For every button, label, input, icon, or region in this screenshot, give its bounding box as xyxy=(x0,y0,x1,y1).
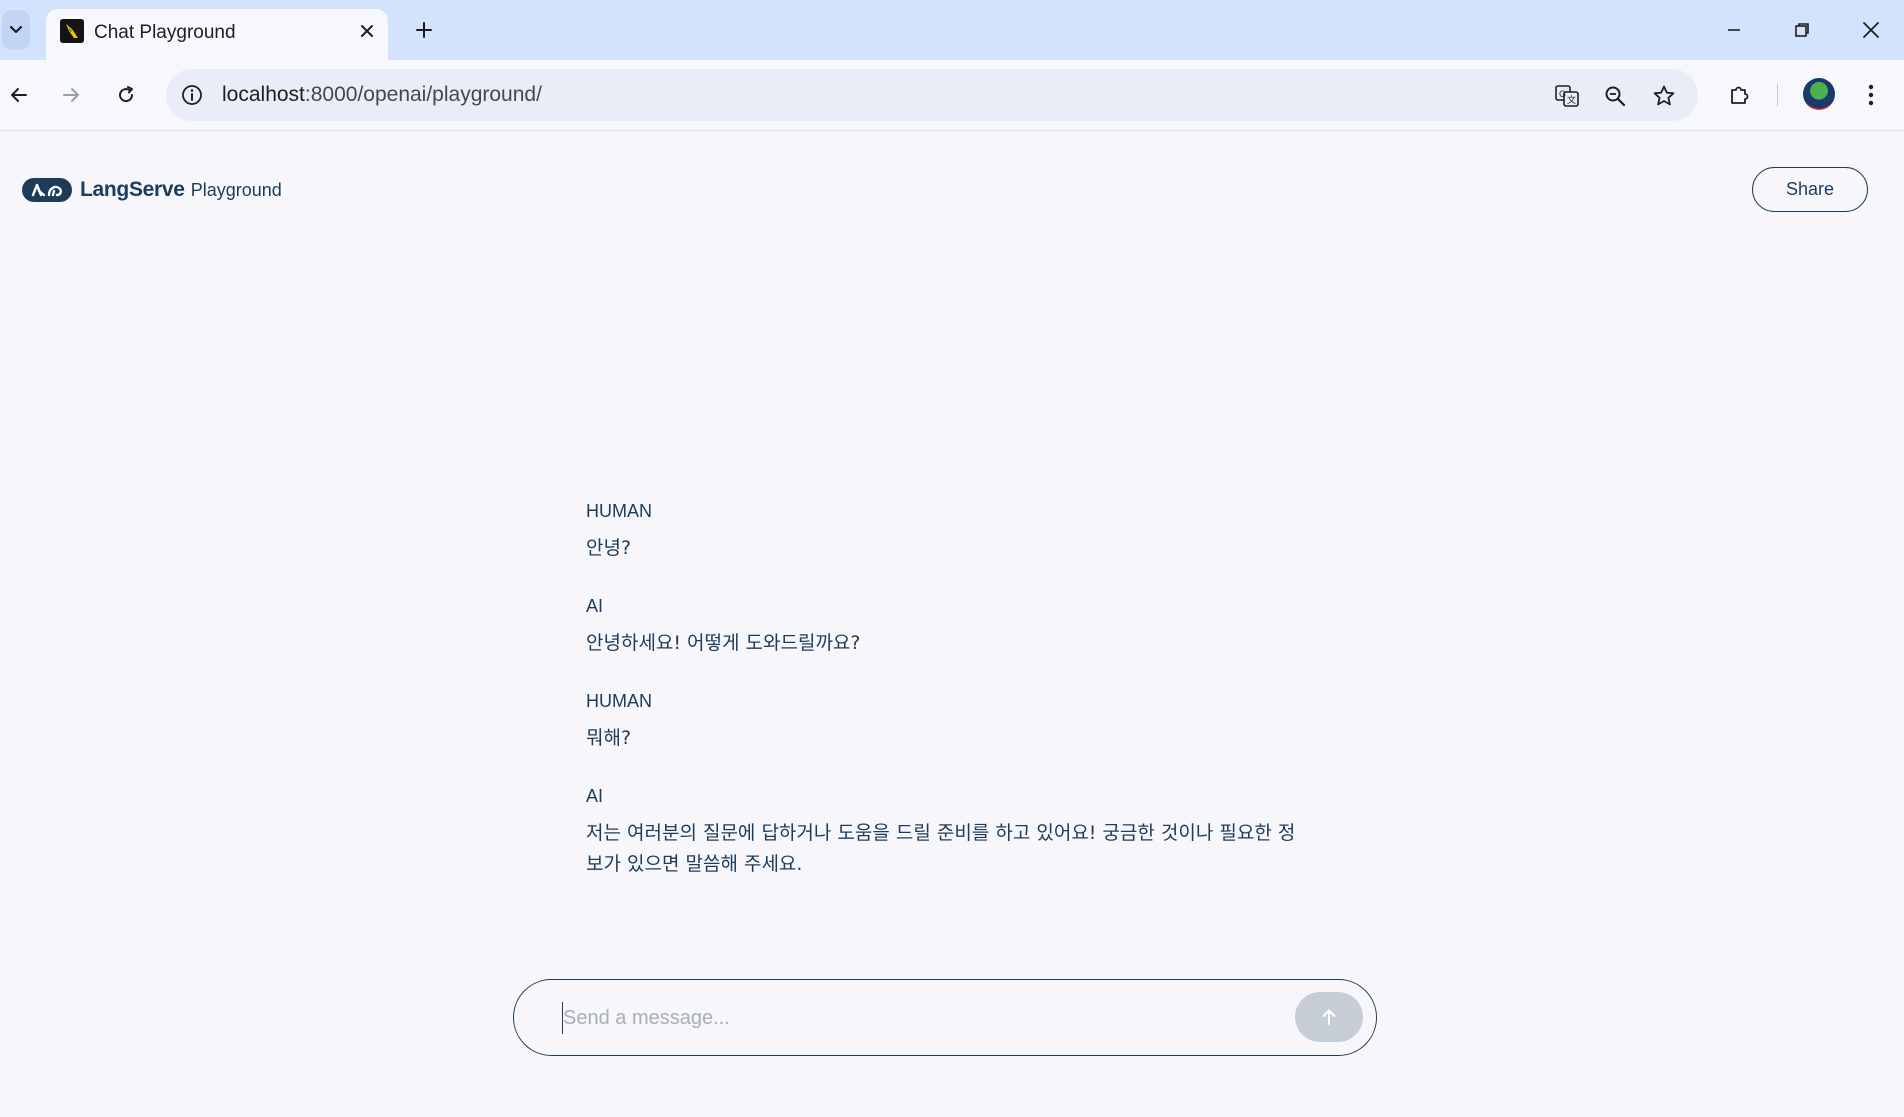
info-icon xyxy=(182,85,202,105)
restore-button[interactable] xyxy=(1782,12,1822,48)
site-info-button[interactable] xyxy=(178,81,206,109)
message-text: 안녕? xyxy=(586,537,632,559)
tab-strip: Chat Playground xyxy=(0,0,1904,60)
zoom-button[interactable] xyxy=(1600,81,1630,111)
puzzle-icon xyxy=(1731,86,1749,104)
toolbar-divider xyxy=(1777,84,1778,106)
chevron-down-icon xyxy=(9,25,23,34)
reload-button[interactable] xyxy=(107,76,145,114)
extensions-button[interactable] xyxy=(1720,76,1758,114)
translate-icon: G 文 xyxy=(1555,85,1579,107)
chat-messages: HUMAN 안녕? AI 안녕하세요! 어떻게 도와드릴까요? HUMAN 뭐해… xyxy=(586,499,1346,910)
message-composer xyxy=(513,979,1377,1056)
message-role: AI xyxy=(586,786,604,806)
message-role: HUMAN xyxy=(586,501,652,521)
arrow-right-icon xyxy=(63,88,79,102)
svg-text:G: G xyxy=(1559,89,1566,99)
chat-message: HUMAN 안녕? xyxy=(586,499,1346,564)
url-path: :8000/openai/playground/ xyxy=(304,83,542,106)
url-text: localhost:8000/openai/playground/ xyxy=(222,83,542,107)
tab-close-button[interactable] xyxy=(354,18,380,44)
parrot-icon xyxy=(60,19,84,43)
send-button[interactable] xyxy=(1295,992,1363,1042)
svg-text:文: 文 xyxy=(1567,94,1576,106)
zoom-out-icon xyxy=(1605,86,1626,107)
message-role: HUMAN xyxy=(586,691,652,711)
message-role: AI xyxy=(586,596,604,616)
back-button[interactable] xyxy=(0,76,38,114)
message-text: 뭐해? xyxy=(586,727,632,749)
brand-name: LangServe xyxy=(80,178,185,201)
profile-avatar[interactable] xyxy=(1803,78,1835,110)
browser-tab-active[interactable]: Chat Playground xyxy=(46,9,388,60)
translate-button[interactable]: G 文 xyxy=(1552,81,1582,111)
star-icon xyxy=(1653,85,1675,106)
tab-title: Chat Playground xyxy=(94,22,236,43)
close-icon xyxy=(1863,22,1879,38)
arrow-up-icon xyxy=(1322,1009,1336,1025)
close-icon xyxy=(361,25,373,37)
new-tab-button[interactable] xyxy=(408,14,440,46)
kebab-menu-icon xyxy=(1868,84,1874,106)
arrow-left-icon xyxy=(11,88,27,102)
window-close-button[interactable] xyxy=(1851,12,1891,48)
reload-icon xyxy=(119,86,134,103)
brand-subtitle: Playground xyxy=(190,179,282,200)
chat-message: HUMAN 뭐해? xyxy=(586,689,1346,754)
restore-icon xyxy=(1795,23,1809,37)
forward-button[interactable] xyxy=(52,76,90,114)
message-input[interactable] xyxy=(562,1002,1255,1034)
langchain-logo-icon xyxy=(22,178,72,202)
share-button[interactable]: Share xyxy=(1752,167,1868,212)
chat-message: AI 저는 여러분의 질문에 답하거나 도움을 드릴 준비를 하고 있어요! 궁… xyxy=(586,784,1346,880)
chat-message: AI 안녕하세요! 어떻게 도와드릴까요? xyxy=(586,594,1346,659)
tab-search-button[interactable] xyxy=(2,10,30,50)
minimize-button[interactable] xyxy=(1714,12,1754,48)
message-text: 안녕하세요! 어떻게 도와드릴까요? xyxy=(586,632,861,654)
bookmark-button[interactable] xyxy=(1649,81,1679,111)
plus-icon xyxy=(416,22,432,38)
address-bar[interactable]: localhost:8000/openai/playground/ G 文 xyxy=(166,69,1698,121)
url-host: localhost xyxy=(222,83,305,106)
minimize-icon xyxy=(1728,29,1740,31)
browser-toolbar: localhost:8000/openai/playground/ G 文 xyxy=(0,60,1904,131)
browser-menu-button[interactable] xyxy=(1852,76,1890,114)
brand-logo-lockup[interactable]: LangServe Playground xyxy=(22,178,282,202)
message-text: 저는 여러분의 질문에 답하거나 도움을 드릴 준비를 하고 있어요! 궁금한 … xyxy=(586,822,1296,875)
playground-page: LangServe Playground Share HUMAN 안녕? AI … xyxy=(0,131,1904,1117)
